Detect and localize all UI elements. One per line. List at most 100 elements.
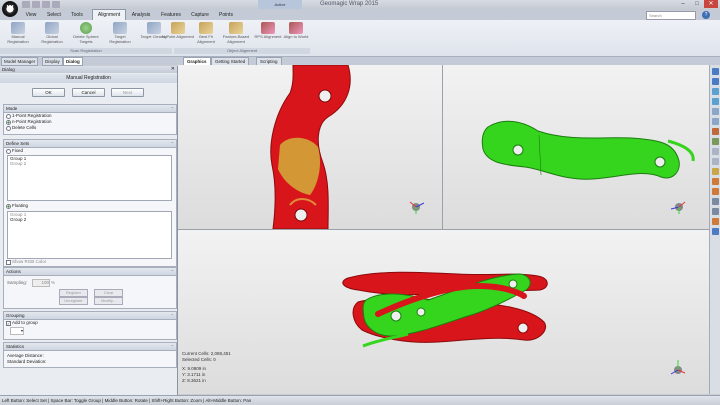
quick-access-toolbar	[22, 1, 60, 8]
zoom-fit-icon[interactable]	[712, 138, 719, 145]
view-bottom-icon[interactable]	[712, 98, 719, 105]
actions-header[interactable]: Actions ⌃	[4, 268, 176, 276]
select-icon[interactable]	[712, 198, 719, 205]
layers-icon[interactable]	[712, 228, 719, 235]
checkbox-checked-icon: ✓	[6, 321, 11, 326]
collapse-icon: ⌃	[170, 313, 174, 318]
define-sets-header[interactable]: Define Sets ⌃	[4, 140, 176, 148]
viewport-divider[interactable]	[442, 65, 443, 229]
fixed-viewport[interactable]	[178, 64, 442, 230]
scan-registration-group-label: Scan Registration	[0, 48, 172, 54]
target-registration-button[interactable]: Target Registration	[104, 22, 136, 48]
checkbox-label: Show RGB Color	[12, 259, 47, 264]
radio-fixed[interactable]: Fixed	[4, 148, 176, 154]
tab-dialog[interactable]: Dialog	[63, 57, 83, 66]
list-item[interactable]: Group 2	[8, 217, 171, 222]
dialog-header: Dialog ✕	[0, 66, 177, 73]
search-input[interactable]: Search	[646, 11, 696, 20]
ok-button[interactable]: OK	[32, 88, 65, 97]
checkbox-label: Add to group	[12, 320, 38, 325]
modify-button[interactable]: Modify...	[94, 297, 123, 305]
rotate-icon[interactable]	[712, 168, 719, 175]
feature-based-alignment-button[interactable]: Feature-Based Alignment	[220, 22, 252, 48]
actions-section: Actions ⌃ Sampling: 100 % Register Clear …	[3, 267, 177, 309]
tab-capture[interactable]: Capture	[188, 10, 212, 20]
collapse-icon: ⌃	[170, 344, 174, 349]
axis-triad-icon	[670, 360, 686, 375]
manual-registration-button[interactable]: Manual Registration	[2, 22, 34, 48]
register-button[interactable]: Register	[59, 289, 88, 297]
paint-icon[interactable]	[712, 218, 719, 225]
view-top-icon[interactable]	[712, 88, 719, 95]
app-menu-button[interactable]: W	[2, 1, 18, 17]
tab-analysis[interactable]: Analysis	[128, 10, 154, 20]
fixed-list[interactable]: Group 1 Group 2	[7, 155, 172, 201]
undo-icon[interactable]	[32, 1, 40, 8]
tab-select[interactable]: Select	[44, 10, 64, 20]
zoom-icon[interactable]	[712, 148, 719, 155]
view-toolbar	[709, 65, 720, 394]
button-label: Delete Sphere Targets	[73, 34, 99, 44]
view-back-icon[interactable]	[712, 78, 719, 85]
standard-deviation-label: Standard Deviation:	[7, 359, 47, 364]
mode-section-header[interactable]: Mode ⌃	[4, 105, 176, 113]
view-front-icon[interactable]	[712, 68, 719, 75]
section-title: Statistics	[6, 344, 25, 349]
tab-view[interactable]: View	[22, 10, 40, 20]
grouping-header[interactable]: Grouping ⌃	[4, 312, 176, 320]
readout-panel: Current Cells: 2,088,451 Selected Cells:…	[182, 351, 231, 384]
feature-alignment-icon	[229, 22, 243, 34]
lasso-icon[interactable]	[712, 208, 719, 215]
unregister-button[interactable]: Unregister	[59, 297, 88, 305]
render-icon[interactable]	[712, 188, 719, 195]
list-item[interactable]: Group 2	[8, 161, 171, 166]
align-to-world-button[interactable]: Align to World	[280, 22, 312, 48]
minimize-button[interactable]: –	[676, 0, 690, 8]
radio-floating[interactable]: Floating	[4, 203, 172, 209]
save-icon[interactable]	[22, 1, 30, 8]
view-left-icon[interactable]	[712, 108, 719, 115]
radio-icon	[6, 149, 11, 154]
light-icon[interactable]	[712, 178, 719, 185]
section-title: Actions	[6, 269, 21, 274]
statistics-header[interactable]: Statistics ⌃	[4, 343, 176, 351]
isometric-icon[interactable]	[712, 128, 719, 135]
close-icon[interactable]: ✕	[171, 66, 175, 73]
redo-icon[interactable]	[42, 1, 50, 8]
tab-alignment[interactable]: Alignment	[92, 9, 126, 20]
pan-icon[interactable]	[712, 158, 719, 165]
tab-model-manager[interactable]: Model Manager	[1, 57, 39, 66]
mode-section: Mode ⌃ 1-Point Registration n-Point Regis…	[3, 104, 177, 135]
floating-list[interactable]: Group 1 Group 2	[7, 211, 172, 259]
view-right-icon[interactable]	[712, 118, 719, 125]
best-fit-alignment-icon	[199, 22, 213, 34]
radio-label: Floating	[12, 203, 29, 208]
button-label: Feature-Based Alignment	[222, 34, 250, 44]
show-rgb-checkbox[interactable]: Show RGB Color	[4, 259, 172, 265]
add-to-group-checkbox[interactable]: ✓ Add to group	[4, 320, 176, 326]
best-fit-alignment-button[interactable]: Best Fit Alignment	[190, 22, 222, 48]
sampling-input[interactable]: 100	[32, 279, 50, 287]
sphere-targets-icon	[80, 22, 92, 34]
clear-button[interactable]: Clear	[94, 289, 123, 297]
tab-tools[interactable]: Tools	[68, 10, 86, 20]
tab-features[interactable]: Features	[158, 10, 184, 20]
tab-points[interactable]: Points	[216, 10, 236, 20]
group-dropdown[interactable]: ▾	[10, 327, 24, 335]
radio-label: 1-Point Registration	[12, 113, 52, 118]
delete-sphere-targets-button[interactable]: Delete Sphere Targets	[70, 22, 102, 48]
combined-viewport[interactable]: Current Cells: 2,088,451 Selected Cells:…	[178, 230, 709, 394]
global-registration-button[interactable]: Global Registration	[36, 22, 68, 48]
help-icon[interactable]: ?	[702, 11, 710, 19]
dialog-title: Manual Registration	[0, 74, 177, 83]
ribbon: Manual Registration Global Registration …	[0, 20, 720, 57]
target-registration-icon	[113, 22, 127, 34]
floating-viewport[interactable]	[443, 65, 709, 229]
tab-display[interactable]: Display	[42, 57, 63, 66]
cancel-button[interactable]: Cancel	[72, 88, 105, 97]
maximize-button[interactable]: □	[690, 0, 704, 8]
close-button[interactable]: ✕	[704, 0, 718, 8]
next-button[interactable]: Next	[111, 88, 144, 97]
customize-icon[interactable]	[52, 1, 60, 8]
radio-delete-cells[interactable]: Delete Cells	[4, 125, 176, 131]
